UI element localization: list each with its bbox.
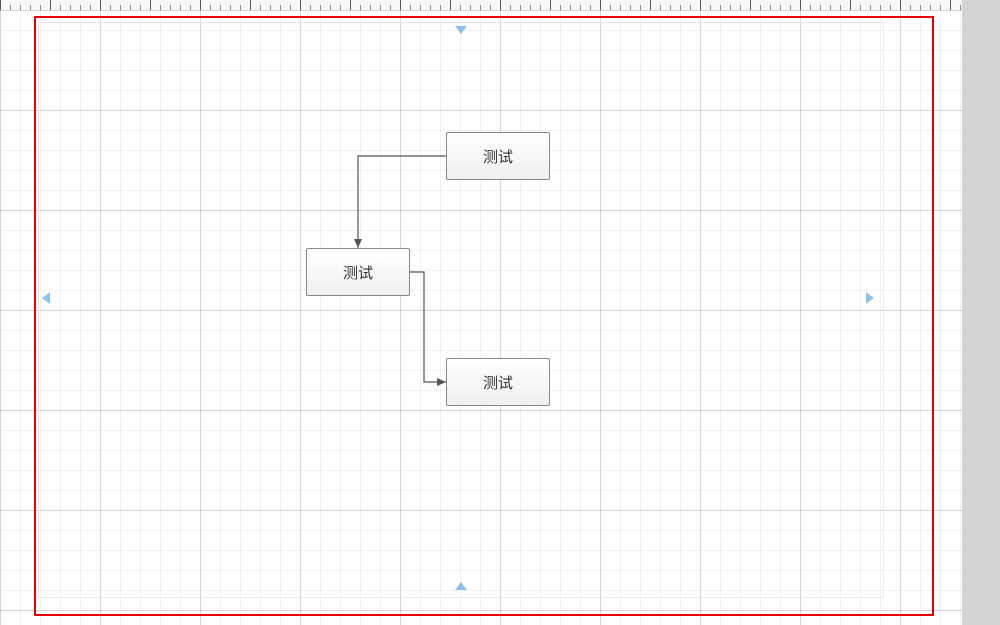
right-gutter xyxy=(962,10,1000,625)
diagram-editor-app: 测试测试测试 xyxy=(0,0,1000,625)
margin-handle-top[interactable] xyxy=(455,26,467,34)
node-label: 测试 xyxy=(343,262,373,283)
margin-handle-right[interactable] xyxy=(866,292,874,304)
margin-handle-left[interactable] xyxy=(42,292,50,304)
margin-handle-bottom[interactable] xyxy=(455,582,467,590)
grid-background xyxy=(0,10,962,625)
diagram-node-n3[interactable]: 测试 xyxy=(446,358,550,406)
diagram-node-n1[interactable]: 测试 xyxy=(446,132,550,180)
diagram-node-n2[interactable]: 测试 xyxy=(306,248,410,296)
node-label: 测试 xyxy=(483,372,513,393)
canvas-area[interactable]: 测试测试测试 xyxy=(0,10,962,625)
node-label: 测试 xyxy=(483,146,513,167)
